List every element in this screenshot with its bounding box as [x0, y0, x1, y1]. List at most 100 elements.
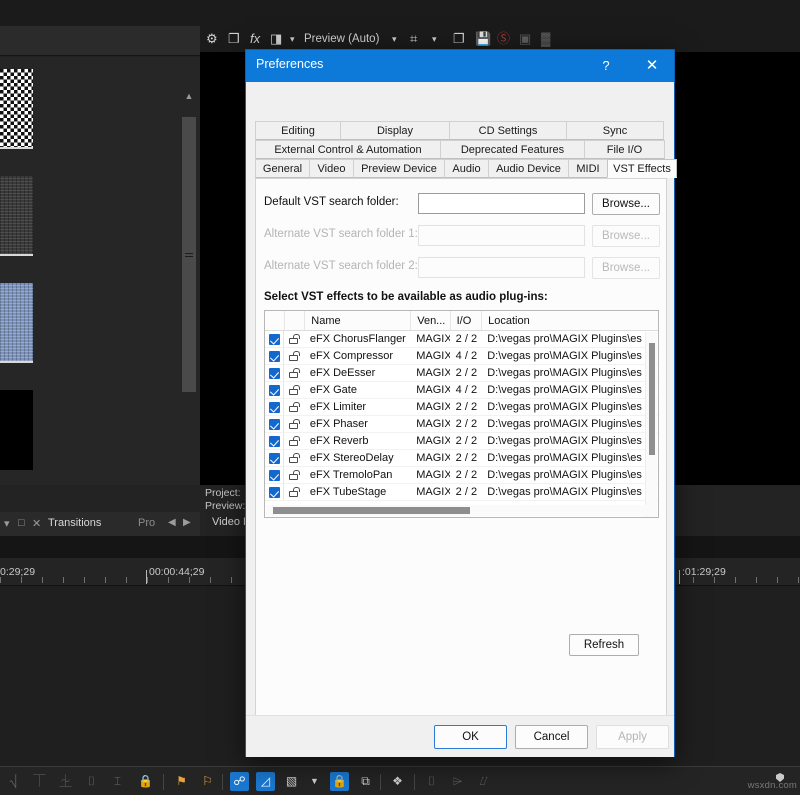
- table-row[interactable]: eFX TubeStageMAGIX2 / 2D:\vegas pro\MAGI…: [265, 484, 658, 501]
- lock-envelopes-icon[interactable]: 🔒: [136, 772, 155, 791]
- enable-plugin-checkbox[interactable]: [265, 433, 284, 449]
- unlocked-padlock-icon[interactable]: [284, 433, 303, 449]
- tab-general[interactable]: General: [255, 159, 310, 178]
- transition-thumbnail[interactable]: [0, 283, 33, 363]
- tab-video[interactable]: Video: [309, 159, 354, 178]
- unlocked-padlock-icon[interactable]: [284, 416, 303, 432]
- ripple-mode-caret-icon[interactable]: ▼: [305, 772, 324, 791]
- browse-default-vst-folder-button[interactable]: Browse...: [592, 193, 660, 215]
- enable-plugin-checkbox[interactable]: [265, 416, 284, 432]
- tab-editing[interactable]: Editing: [255, 121, 341, 140]
- table-row[interactable]: eFX ReverbMAGIX2 / 2D:\vegas pro\MAGIX P…: [265, 433, 658, 450]
- enable-plugin-checkbox[interactable]: [265, 484, 284, 500]
- transition-thumbnail-list[interactable]: [0, 69, 34, 497]
- color-picker-icon[interactable]: ❖: [388, 772, 407, 791]
- tab-preview-device[interactable]: Preview Device: [353, 159, 445, 178]
- scrollbar-thumb[interactable]: [273, 507, 470, 514]
- preview-quality-caret-icon[interactable]: ▾: [392, 30, 397, 48]
- list-horizontal-scrollbar[interactable]: [266, 505, 646, 516]
- transition-thumbnail[interactable]: [0, 390, 33, 470]
- scopes-icon[interactable]: ▓: [541, 30, 550, 48]
- ignore-event-grouping-icon[interactable]: ▧: [282, 772, 301, 791]
- grid-icon[interactable]: ⌗: [410, 30, 417, 48]
- enable-plugin-checkbox[interactable]: [265, 348, 284, 364]
- external-monitor-icon[interactable]: ▣: [519, 30, 531, 48]
- column-header-name[interactable]: Name: [305, 311, 411, 330]
- tab-cd-settings[interactable]: CD Settings: [449, 121, 567, 140]
- scrollbar-thumb[interactable]: [649, 343, 655, 455]
- enable-plugin-checkbox[interactable]: [265, 331, 284, 347]
- save-snapshot-icon[interactable]: 💾: [475, 30, 491, 48]
- unlocked-padlock-icon[interactable]: [284, 450, 303, 466]
- column-header-location[interactable]: Location: [482, 311, 658, 330]
- refresh-button[interactable]: Refresh: [569, 634, 639, 656]
- unlocked-padlock-icon[interactable]: [284, 331, 303, 347]
- unlocked-padlock-icon[interactable]: [284, 382, 303, 398]
- grid-caret-icon[interactable]: ▾: [432, 30, 437, 48]
- unlocked-padlock-icon[interactable]: [284, 484, 303, 500]
- column-header-vendor[interactable]: Ven...: [411, 311, 450, 330]
- preview-quality-label[interactable]: Preview (Auto): [304, 30, 379, 48]
- region-icon[interactable]: ⚐: [198, 772, 217, 791]
- tab-deprecated-features[interactable]: Deprecated Features: [440, 140, 585, 159]
- fx-icon[interactable]: fx: [250, 30, 260, 48]
- enable-snapping-icon[interactable]: ☍: [230, 772, 249, 791]
- unlocked-padlock-icon[interactable]: [284, 399, 303, 415]
- tab-display[interactable]: Display: [340, 121, 450, 140]
- table-row[interactable]: eFX LimiterMAGIX2 / 2D:\vegas pro\MAGIX …: [265, 399, 658, 416]
- list-vertical-scrollbar[interactable]: [645, 332, 657, 518]
- table-row[interactable]: eFX TremoloPanMAGIX2 / 2D:\vegas pro\MAG…: [265, 467, 658, 484]
- panel-close-icon[interactable]: ✕: [32, 517, 41, 530]
- insert-track-icon[interactable]: ⌷: [422, 772, 441, 791]
- help-icon[interactable]: ?: [584, 50, 628, 82]
- dialog-titlebar[interactable]: Preferences ? ✕: [246, 50, 674, 82]
- copy-frame-icon[interactable]: ❐: [453, 30, 465, 48]
- tab-nav-next-icon[interactable]: ▶: [183, 517, 191, 528]
- split-screen-icon[interactable]: ◨: [270, 30, 282, 48]
- lock-aspect-icon[interactable]: 🔒: [330, 772, 349, 791]
- list-rows-container[interactable]: eFX ChorusFlangerMAGIX2 / 2D:\vegas pro\…: [265, 331, 658, 501]
- unlocked-padlock-icon[interactable]: [284, 365, 303, 381]
- tab-audio[interactable]: Audio: [444, 159, 489, 178]
- table-row[interactable]: eFX StereoDelayMAGIX2 / 2D:\vegas pro\MA…: [265, 450, 658, 467]
- enable-plugin-checkbox[interactable]: [265, 450, 284, 466]
- enable-plugin-checkbox[interactable]: [265, 467, 284, 483]
- transition-thumbnail[interactable]: [0, 176, 33, 256]
- enable-plugin-checkbox[interactable]: [265, 399, 284, 415]
- tab-file-io[interactable]: File I/O: [584, 140, 665, 159]
- crossfade-icon[interactable]: ⌲: [448, 772, 467, 791]
- tab-vst-effects[interactable]: VST Effects: [607, 159, 677, 178]
- quantize-to-frames-icon[interactable]: ⧉: [356, 772, 375, 791]
- selection-edit-tool-icon[interactable]: ⏈: [56, 772, 75, 791]
- table-row[interactable]: eFX ChorusFlangerMAGIX2 / 2D:\vegas pro\…: [265, 331, 658, 348]
- tab-nav-prev-icon[interactable]: ◀: [168, 517, 176, 528]
- transition-thumbnail[interactable]: [0, 69, 33, 149]
- panel-maximize-icon[interactable]: □: [18, 517, 25, 529]
- unlocked-padlock-icon[interactable]: [284, 467, 303, 483]
- table-row[interactable]: eFX DeEsserMAGIX2 / 2D:\vegas pro\MAGIX …: [265, 365, 658, 382]
- vst-effects-list[interactable]: Name Ven... I/O Location eFX ChorusFlang…: [264, 310, 659, 518]
- unlocked-padlock-icon[interactable]: [284, 348, 303, 364]
- enable-plugin-checkbox[interactable]: [265, 365, 284, 381]
- tab-sync[interactable]: Sync: [566, 121, 664, 140]
- scroll-up-icon[interactable]: ▲: [182, 89, 196, 103]
- cancel-button[interactable]: Cancel: [515, 725, 588, 749]
- marker-icon[interactable]: ⚑: [172, 772, 191, 791]
- split-tool-icon[interactable]: ⌶: [108, 772, 127, 791]
- vegas-badge-icon[interactable]: Ⓢ: [497, 30, 510, 48]
- zoom-edit-tool-icon[interactable]: ⌷: [82, 772, 101, 791]
- tab-pro[interactable]: Pro: [138, 517, 155, 529]
- table-row[interactable]: eFX GateMAGIX4 / 2D:\vegas pro\MAGIX Plu…: [265, 382, 658, 399]
- ok-button[interactable]: OK: [434, 725, 507, 749]
- column-header-io[interactable]: I/O: [451, 311, 483, 330]
- transitions-panel-scrollbar[interactable]: ▲ ▼: [182, 117, 196, 525]
- audio-meter-icon[interactable]: ⌰: [474, 772, 493, 791]
- column-header-lock[interactable]: [285, 311, 305, 330]
- tab-midi[interactable]: MIDI: [568, 159, 608, 178]
- tab-external-control-automation[interactable]: External Control & Automation: [255, 140, 441, 159]
- table-row[interactable]: eFX CompressorMAGIX4 / 2D:\vegas pro\MAG…: [265, 348, 658, 365]
- envelope-edit-tool-icon[interactable]: ⏉: [30, 772, 49, 791]
- gear-icon[interactable]: ⚙: [206, 30, 218, 48]
- scrollbar-thumb[interactable]: [182, 117, 196, 392]
- split-screen-caret-icon[interactable]: ▾: [290, 30, 295, 48]
